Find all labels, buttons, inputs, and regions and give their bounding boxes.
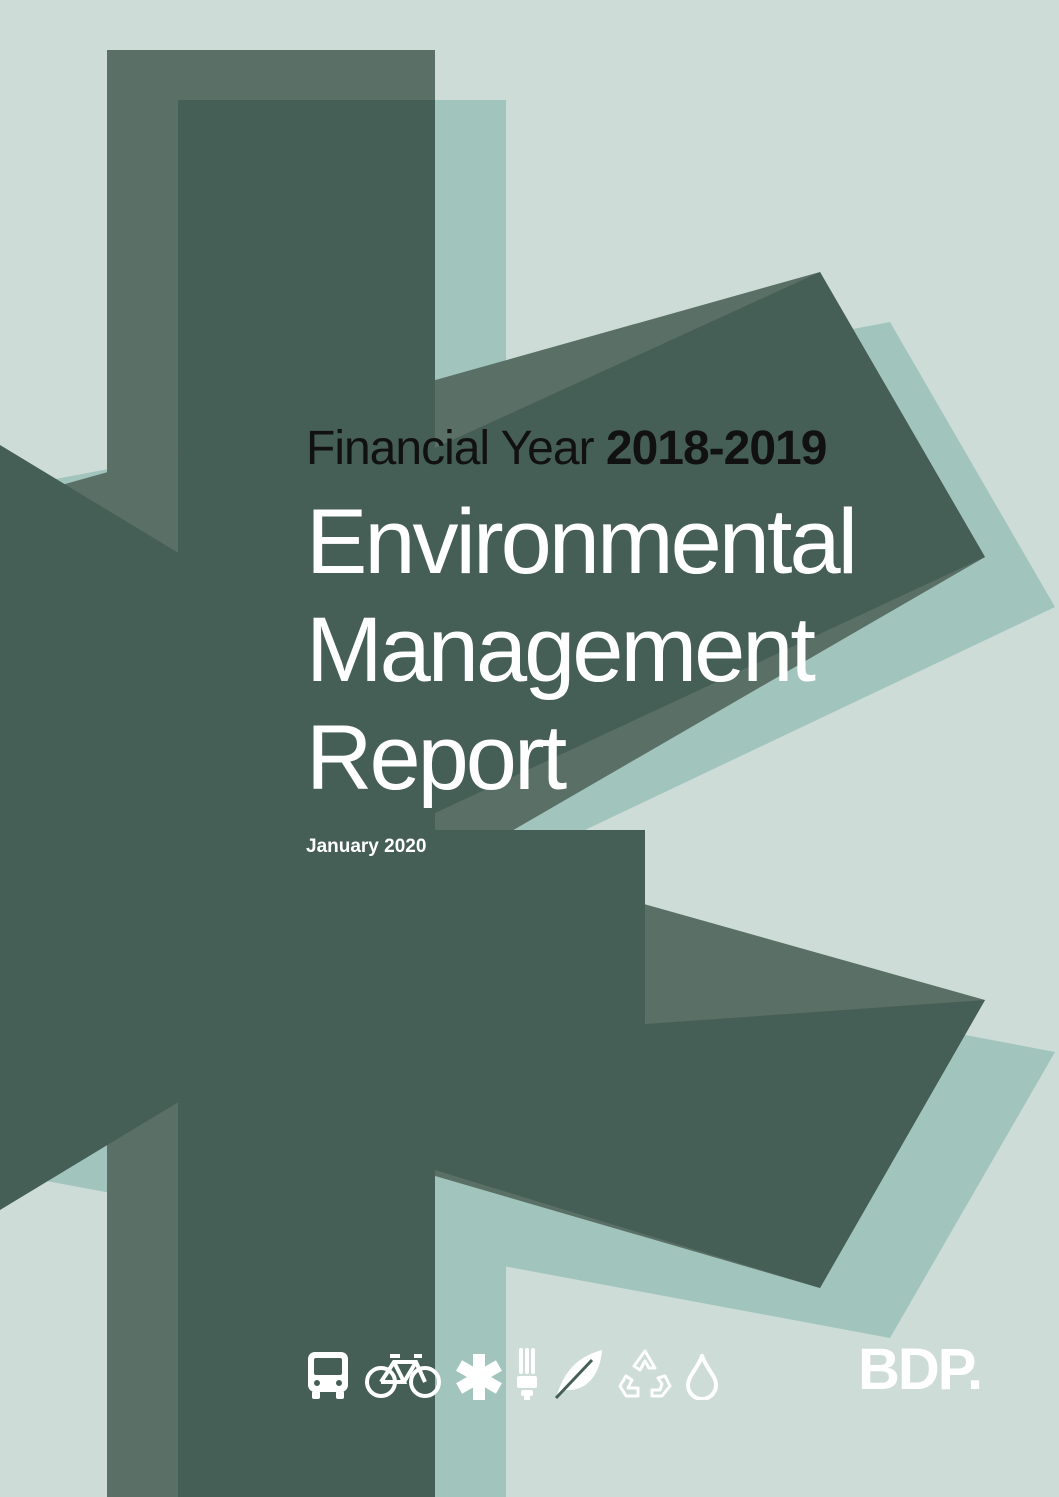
leaf-icon bbox=[554, 1350, 602, 1400]
water-drop-icon bbox=[686, 1354, 718, 1400]
report-date: January 2020 bbox=[306, 836, 427, 857]
bicycle-icon bbox=[365, 1354, 441, 1398]
sustainability-icons bbox=[306, 1344, 718, 1400]
title-line-1: Environmental bbox=[306, 491, 858, 593]
bus-icon bbox=[308, 1352, 348, 1399]
asterisk-icon bbox=[456, 1354, 502, 1400]
lightbulb-icon bbox=[517, 1348, 537, 1400]
report-title: Environmental Management Report bbox=[306, 488, 858, 812]
financial-year-prefix: Financial Year bbox=[306, 422, 595, 475]
title-line-3: Report bbox=[306, 707, 567, 809]
report-cover: Financial Year 2018-2019 Environmental M… bbox=[0, 0, 1059, 1497]
title-block: Financial Year 2018-2019 Environmental M… bbox=[306, 418, 858, 858]
financial-year: Financial Year 2018-2019 bbox=[306, 418, 855, 480]
financial-year-value: 2018-2019 bbox=[605, 422, 828, 475]
bdp-logo: BDP. bbox=[858, 1337, 983, 1402]
title-line-2: Management bbox=[306, 599, 816, 701]
recycle-icon bbox=[618, 1349, 672, 1398]
